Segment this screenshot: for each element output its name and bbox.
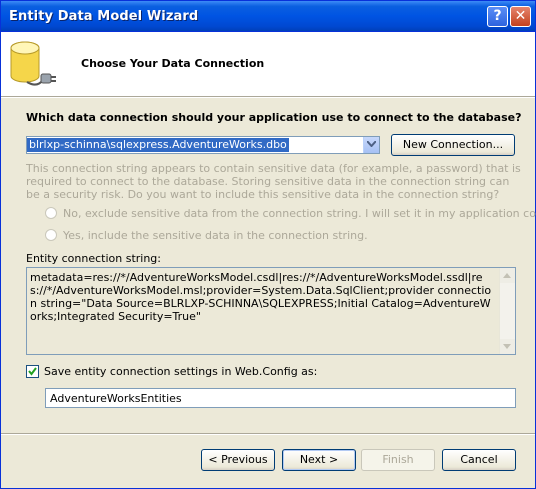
include-radio[interactable]	[45, 229, 57, 241]
close-icon: ✕	[514, 8, 527, 24]
entity-connection-value: metadata=res://*/AdventureWorksModel.csd…	[30, 271, 492, 323]
next-button[interactable]: Next >	[282, 449, 356, 471]
exclude-radio[interactable]	[45, 207, 57, 219]
finish-button[interactable]: Finish	[361, 449, 435, 471]
scroll-up-button[interactable]	[500, 268, 515, 283]
scroll-down-button[interactable]	[500, 339, 515, 354]
save-settings-checkbox[interactable]	[26, 365, 39, 378]
wizard-header: Choose Your Data Connection	[1, 32, 535, 97]
window-title: Entity Data Model Wizard	[9, 9, 199, 24]
entity-name-input[interactable]: AdventureWorksEntities	[45, 388, 516, 408]
chevron-down-icon	[367, 141, 376, 147]
question-mark-icon: ?	[493, 8, 502, 24]
save-settings-label[interactable]: Save entity connection settings in Web.C…	[44, 365, 317, 378]
connection-question-text: Which data connection should your applic…	[26, 111, 522, 124]
entity-connection-textbox[interactable]: metadata=res://*/AdventureWorksModel.csd…	[26, 267, 516, 355]
connection-question: Which data connection should your applic…	[26, 111, 521, 124]
previous-button[interactable]: < Previous	[201, 449, 275, 471]
entity-connection-label: Entity connection string:	[26, 252, 161, 265]
new-connection-button[interactable]: New Connection...	[391, 134, 515, 156]
include-radio-label: Yes, include the sensitive data in the c…	[63, 229, 368, 242]
dropdown-arrow-button[interactable]	[363, 137, 379, 153]
exclude-radio-label: No, exclude sensitive data from the conn…	[63, 207, 536, 220]
checkmark-icon	[28, 367, 37, 376]
wizard-window: Entity Data Model Wizard ? ✕ Choose Your…	[0, 0, 536, 489]
connection-selected-value: blrlxp-schinna\sqlexpress.AdventureWorks…	[27, 138, 289, 152]
title-bar[interactable]: Entity Data Model Wizard ? ✕	[1, 1, 535, 32]
close-button[interactable]: ✕	[510, 6, 531, 27]
help-button[interactable]: ?	[487, 6, 508, 27]
footer-divider	[1, 433, 535, 435]
header-divider	[1, 97, 535, 98]
cancel-button[interactable]: Cancel	[442, 449, 516, 471]
connection-dropdown[interactable]: blrlxp-schinna\sqlexpress.AdventureWorks…	[26, 136, 380, 154]
vertical-scrollbar[interactable]	[499, 268, 515, 354]
chevron-up-icon	[503, 273, 511, 278]
page-title: Choose Your Data Connection	[81, 57, 265, 70]
sensitive-data-warning: This connection string appears to contai…	[26, 162, 521, 201]
database-plug-icon	[10, 41, 56, 86]
chevron-down-icon	[503, 344, 511, 349]
